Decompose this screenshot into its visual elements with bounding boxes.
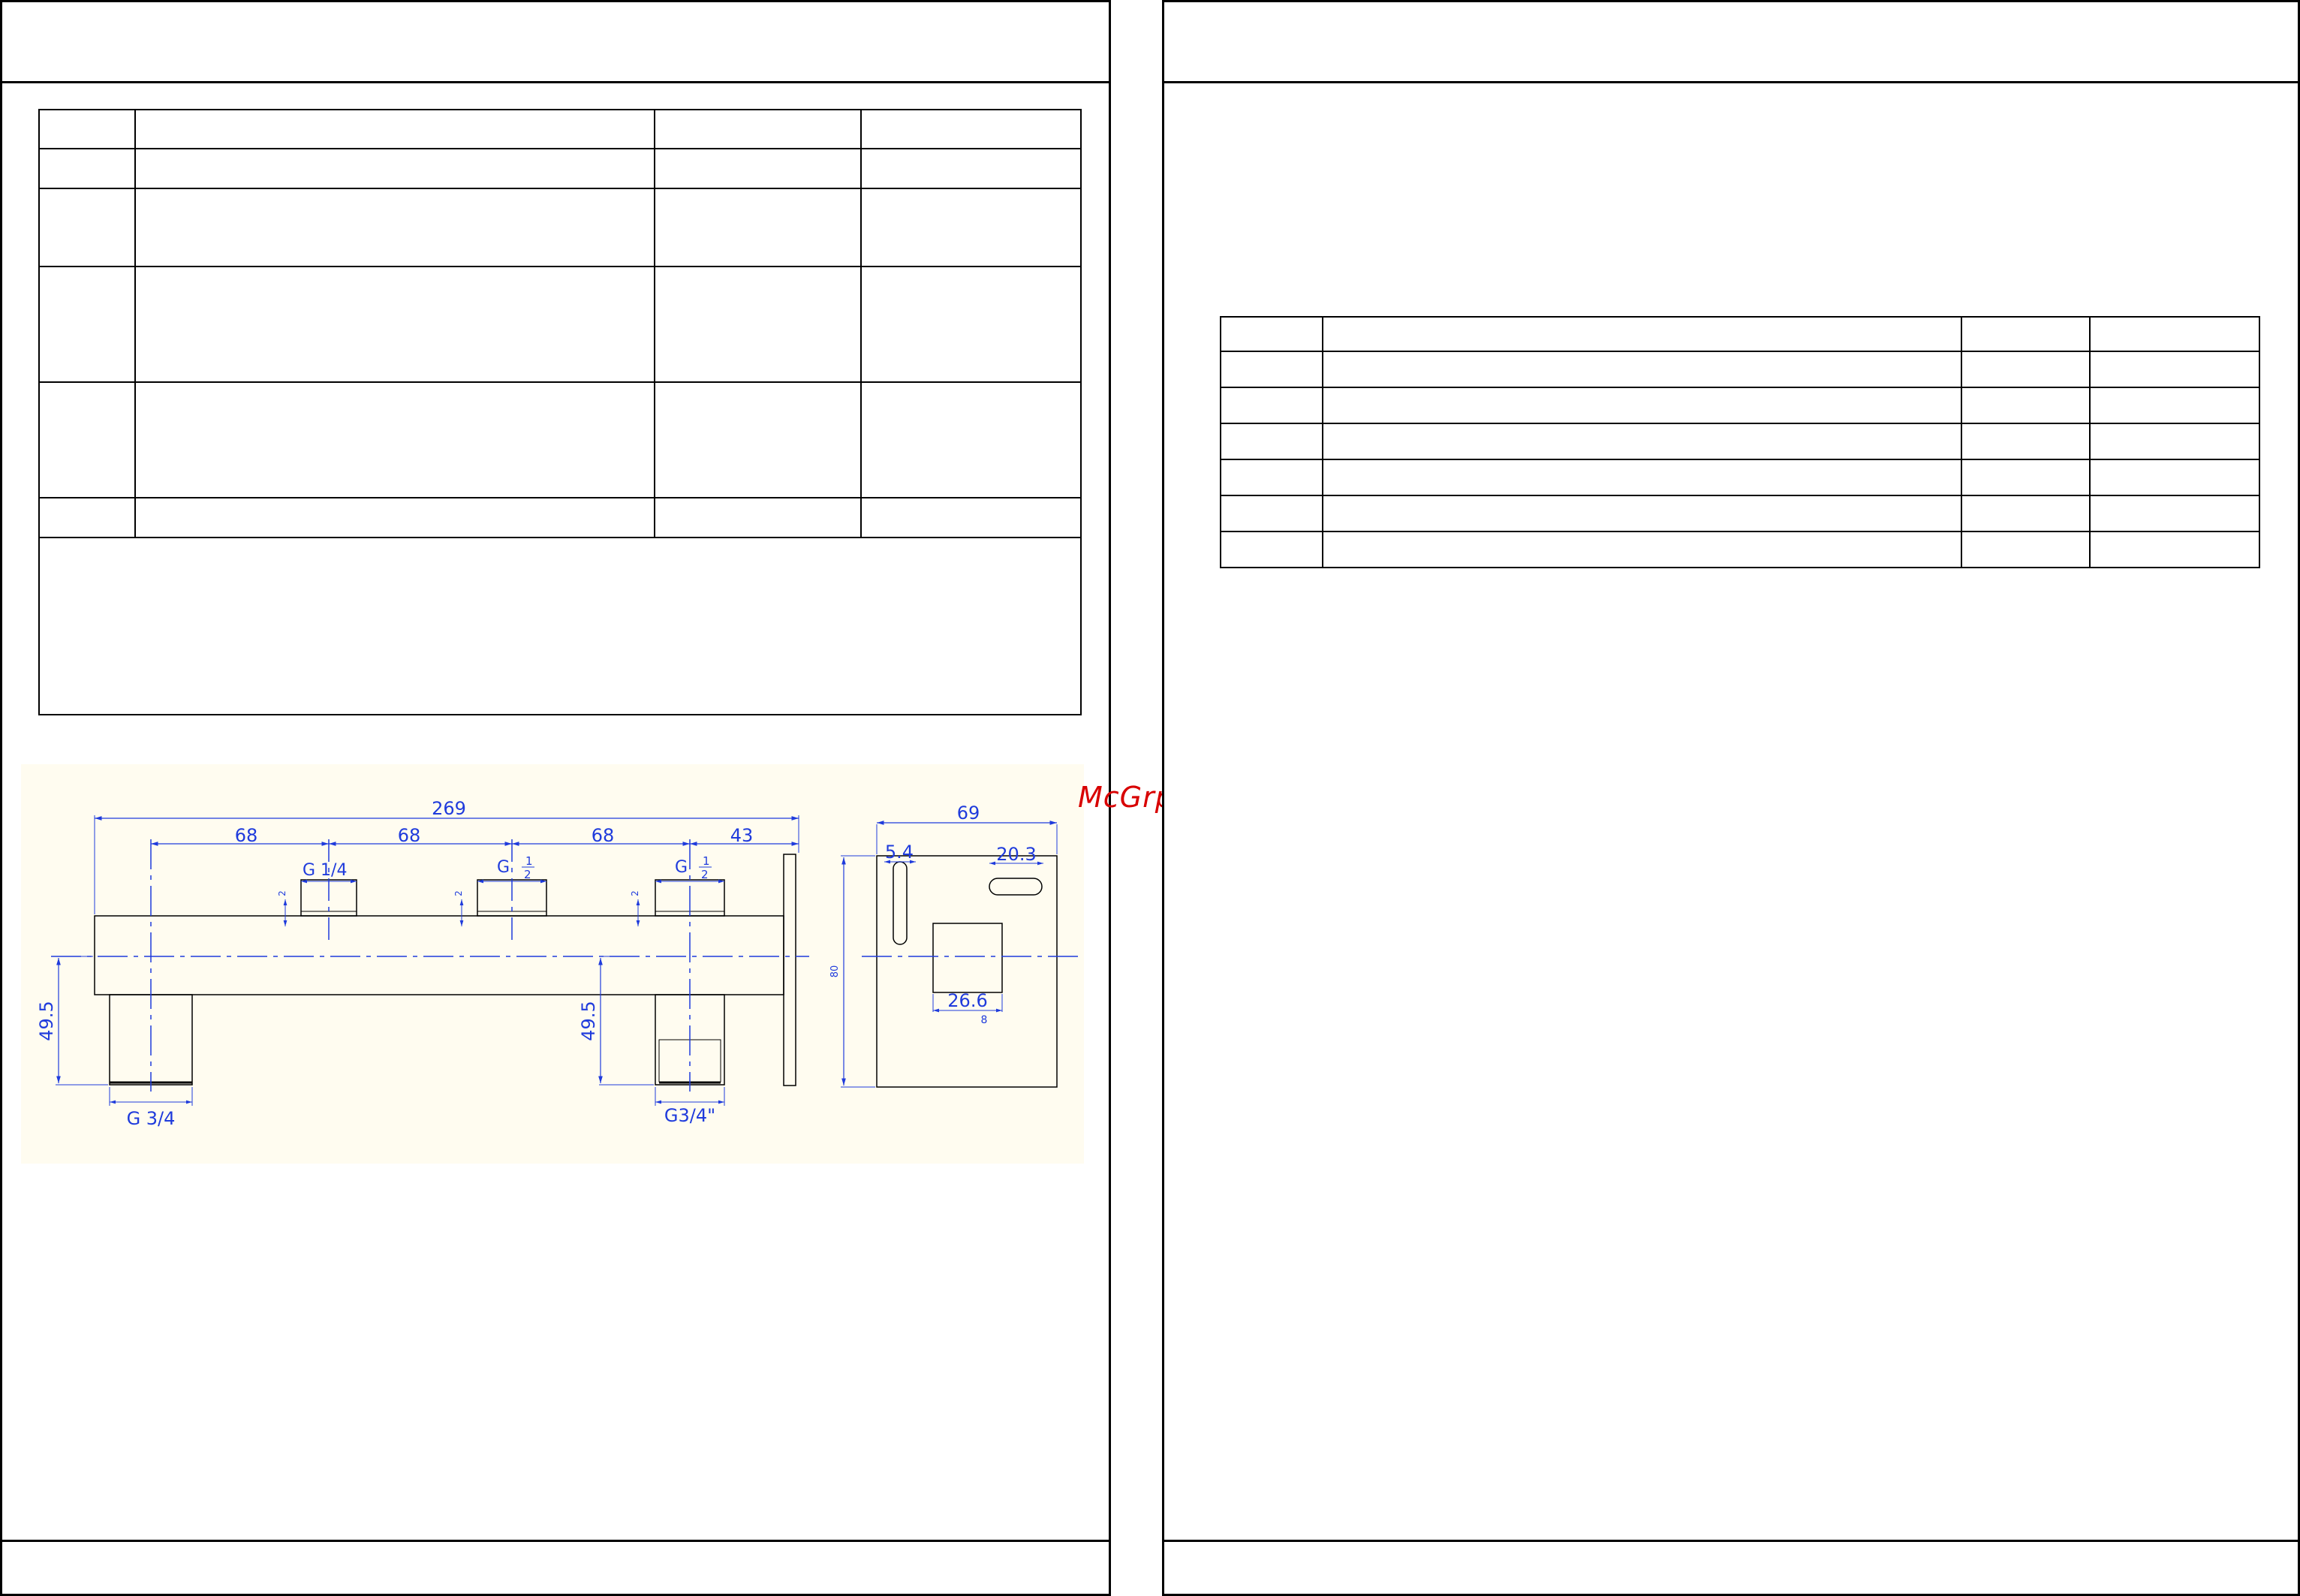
table-row	[38, 266, 1082, 383]
thread-callout-1: G 1/4	[303, 861, 347, 880]
bottom-thread-right: G3/4"	[664, 1105, 715, 1126]
table-notes-row	[38, 537, 1082, 715]
side-dim-height: 80	[829, 965, 841, 978]
table-row	[38, 109, 1082, 149]
table-row	[38, 188, 1082, 267]
side-dim-square-sub: 8	[981, 1014, 988, 1026]
table-row	[38, 381, 1082, 498]
table-row	[1220, 316, 2260, 352]
header-divider	[1164, 81, 2298, 83]
parts-table	[1220, 316, 2260, 568]
body-outline	[94, 915, 784, 995]
thread-callout-3-prefix: G	[675, 858, 688, 877]
thread-callout-3-den: 2	[701, 868, 709, 881]
bottom-thread-left: G 3/4	[127, 1108, 176, 1129]
header-divider	[2, 81, 1109, 83]
dim-small-3: 2	[630, 890, 640, 896]
end-plate	[783, 854, 796, 1086]
footer-divider	[1164, 1540, 2298, 1542]
dim-end-offset: 43	[730, 825, 754, 846]
drawing-svg: 269 68 68 68 43 G 1/4 G 1 2 G 1 2 2 2 2 …	[36, 798, 1079, 1129]
table-row	[1220, 531, 2260, 568]
table-row	[38, 497, 1082, 538]
side-view: 69 5.4 20.3 26.6 8 80	[829, 803, 1079, 1088]
table-row	[1220, 423, 2260, 460]
table-row	[38, 148, 1082, 189]
table-row	[1220, 459, 2260, 496]
footer-divider	[2, 1540, 1109, 1542]
table-row	[1220, 387, 2260, 424]
side-dim-offset: 5.4	[885, 842, 914, 863]
dim-height-right: 49.5	[578, 1001, 599, 1040]
side-dim-slot: 20.3	[996, 844, 1036, 865]
dim-spacing-1: 68	[235, 825, 258, 846]
dim-overall-length: 269	[432, 798, 466, 819]
right-page	[1162, 0, 2300, 1596]
dim-small-2: 2	[453, 890, 464, 896]
thread-callout-3-num: 1	[703, 854, 710, 868]
technical-drawing: 269 68 68 68 43 G 1/4 G 1 2 G 1 2 2 2 2 …	[21, 764, 1084, 1164]
front-view: 269 68 68 68 43 G 1/4 G 1 2 G 1 2 2 2 2 …	[36, 798, 809, 1129]
side-slot	[989, 878, 1043, 896]
side-dim-square: 26.6	[947, 990, 987, 1011]
table-row	[1220, 351, 2260, 388]
thread-callout-2-den: 2	[524, 868, 531, 881]
side-dim-width: 69	[957, 803, 980, 824]
spec-table	[38, 109, 1082, 715]
dim-height-left: 49.5	[36, 1001, 57, 1040]
side-square	[932, 923, 1003, 993]
thread-callout-2-prefix: G	[497, 858, 510, 877]
thread-callout-2-num: 1	[525, 854, 533, 868]
dim-spacing-3: 68	[592, 825, 615, 846]
dim-spacing-2: 68	[398, 825, 421, 846]
dim-small-1: 2	[277, 890, 288, 896]
table-row	[1220, 495, 2260, 532]
side-plate-outline	[876, 855, 1058, 1088]
